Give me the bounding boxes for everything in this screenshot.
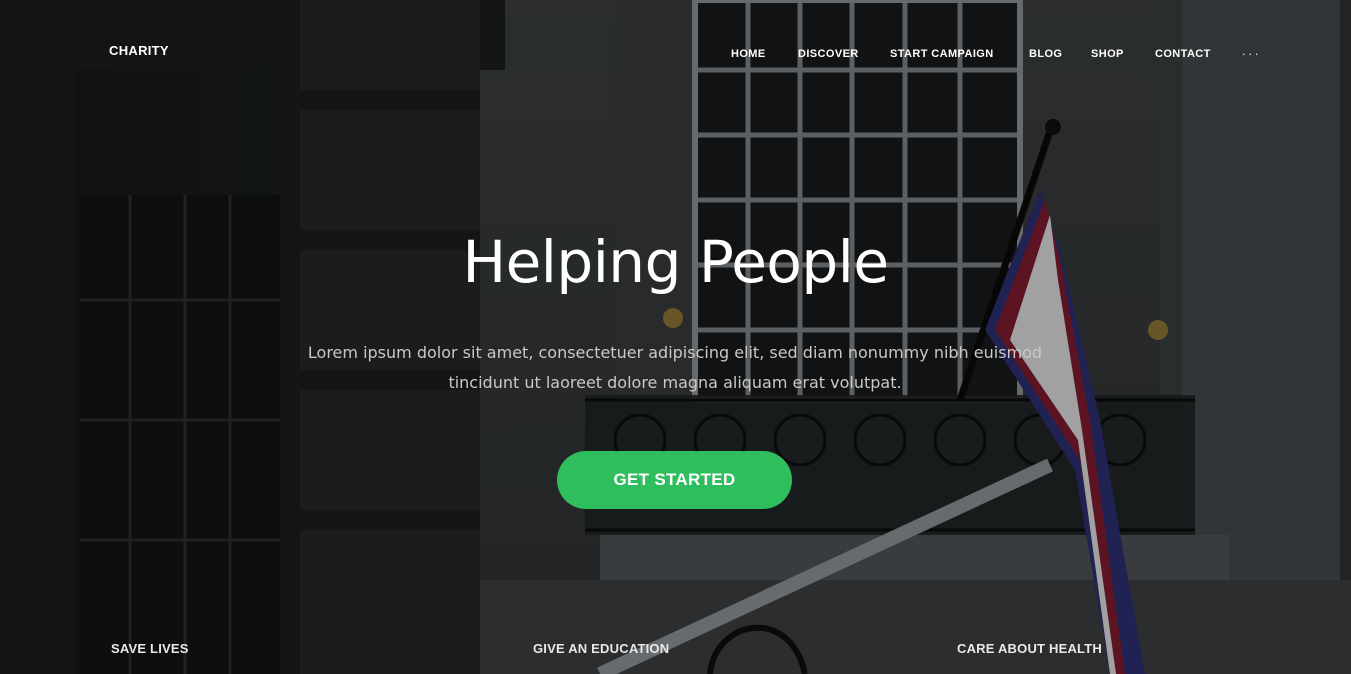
hero-description: Lorem ipsum dolor sit amet, consectetuer… — [307, 343, 1043, 392]
nav-item-blog[interactable]: BLOG — [1029, 48, 1062, 60]
feature-save-lives[interactable]: SAVE LIVES — [111, 641, 189, 656]
feature-care-about-health[interactable]: CARE ABOUT HEALTH — [957, 641, 1102, 656]
more-menu-icon[interactable]: ··· — [1242, 48, 1262, 61]
hero-section: CHARITY HOME DISCOVER START CAMPAIGN BLO… — [0, 0, 1351, 674]
nav-item-discover[interactable]: DISCOVER — [798, 48, 859, 60]
main-navigation: HOME DISCOVER START CAMPAIGN BLOG SHOP C… — [0, 48, 1351, 62]
nav-item-shop[interactable]: SHOP — [1091, 48, 1124, 60]
hero-background-image — [0, 0, 1351, 674]
nav-item-home[interactable]: HOME — [731, 48, 766, 60]
hero-title: Helping People — [462, 228, 889, 296]
get-started-button[interactable]: GET STARTED — [557, 451, 792, 509]
nav-item-start-campaign[interactable]: START CAMPAIGN — [890, 48, 994, 60]
nav-item-contact[interactable]: CONTACT — [1155, 48, 1211, 60]
feature-give-an-education[interactable]: GIVE AN EDUCATION — [533, 641, 669, 656]
